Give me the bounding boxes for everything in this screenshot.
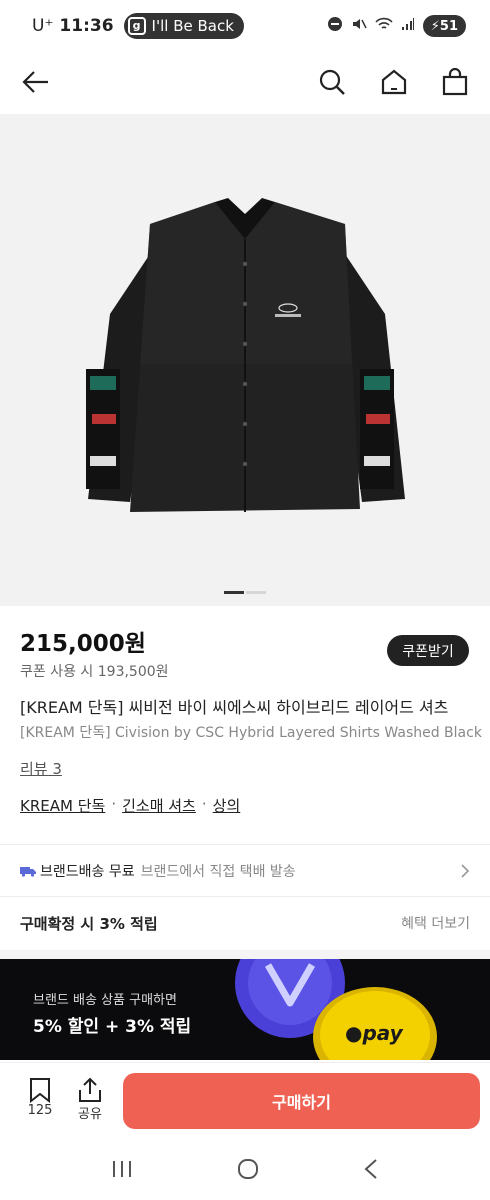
kakao-pay-logo: ●pay [345,1021,403,1045]
carrier-label: U⁺ [32,16,54,36]
delivery-truck-icon [20,867,36,877]
category-link-kream-exclusive[interactable]: KREAM 단독 [20,795,105,816]
bookmark-icon [30,1078,50,1103]
app-activity-pill[interactable]: g I'll Be Back [123,13,244,39]
buy-button[interactable]: 구매하기 [123,1073,480,1129]
divider [0,844,490,845]
home-circle-icon [237,1159,258,1179]
chevron-right-icon [461,864,470,878]
black-layered-shirt-image [86,198,405,512]
carousel-dot-active [224,591,244,594]
section-spacer [0,950,490,959]
back-chevron-icon [364,1159,377,1179]
status-time: 11:36 [59,16,114,36]
product-image-carousel[interactable] [0,114,490,606]
points-label: 구매확정 시 3% 적립 [20,914,158,933]
review-link[interactable]: 리뷰 3 [20,758,62,779]
shipping-info-row[interactable]: 브랜드배송 무료 브랜드에서 직접 택배 발송 [0,848,490,894]
product-price: 215,000원 [20,631,146,657]
home-button[interactable] [376,64,412,100]
status-icons: ⚡ 51 [327,15,466,37]
charging-icon: ⚡ [430,18,440,34]
shopping-bag-icon [442,68,468,96]
get-coupon-button[interactable]: 쿠폰받기 [387,635,469,666]
shipping-label: 브랜드배송 무료 [40,864,135,880]
benefits-more-link[interactable]: 혜택 더보기 [401,913,470,933]
app-g-icon: g [127,17,146,35]
product-title-en: [KREAM 단독] Civision by CSC Hybrid Layere… [20,725,482,741]
category-separator: · [201,795,207,813]
back-arrow-icon [22,71,48,93]
search-button[interactable] [314,64,350,100]
promo-banner[interactable]: 브랜드 배송 상품 구매하면 5% 할인 + 3% 적립 ●pay [0,959,490,1060]
recent-apps-icon [113,1161,132,1177]
bottom-action-bar: 125 공유 구매하기 [0,1062,490,1142]
app-pill-label: I'll Be Back [151,17,234,35]
category-separator: · [111,795,117,813]
promo-coins-graphic [235,959,437,1060]
carousel-indicator [0,591,490,594]
back-button[interactable] [18,64,54,100]
home-icon [381,69,407,95]
wifi-icon [375,16,393,37]
pay-logo-text: pay [362,1021,403,1045]
recent-apps-button[interactable] [111,1159,133,1183]
purchase-points-row: 구매확정 시 3% 적립 혜택 더보기 [0,898,490,948]
top-navigation [0,52,490,114]
home-nav-button[interactable] [236,1157,260,1185]
share-icon [79,1077,101,1102]
wishlist-count: 125 [27,1103,53,1118]
shipping-sub: 브랜드에서 직접 택배 발송 [140,864,296,880]
signal-icon [401,16,415,36]
search-icon [319,69,345,95]
system-navigation-bar [0,1142,490,1200]
shopping-bag-button[interactable] [437,64,473,100]
category-link-tops[interactable]: 상의 [213,795,241,816]
battery-level: 51 [439,18,458,34]
category-breadcrumb: KREAM 단독 · 긴소매 셔츠 · 상의 [20,795,240,816]
divider [0,896,490,897]
product-title-ko: [KREAM 단독] 씨비전 바이 씨에스씨 하이브리드 레이어드 셔츠 [20,698,449,717]
coupon-price: 쿠폰 사용 시 193,500원 [20,664,169,680]
pay-bubble-icon: ● [345,1021,363,1045]
status-bar: U⁺ 11:36 g I'll Be Back ⚡ 51 [0,0,490,52]
share-button[interactable]: 공유 [70,1077,110,1122]
battery-indicator: ⚡ 51 [422,15,466,37]
share-label: 공유 [78,1107,102,1122]
do-not-disturb-icon [327,16,343,37]
category-link-long-sleeve-shirts[interactable]: 긴소매 셔츠 [122,795,196,816]
wishlist-button[interactable]: 125 [20,1077,60,1118]
system-back-button[interactable] [363,1158,379,1184]
carousel-dot [246,591,266,594]
mute-icon [351,16,367,37]
